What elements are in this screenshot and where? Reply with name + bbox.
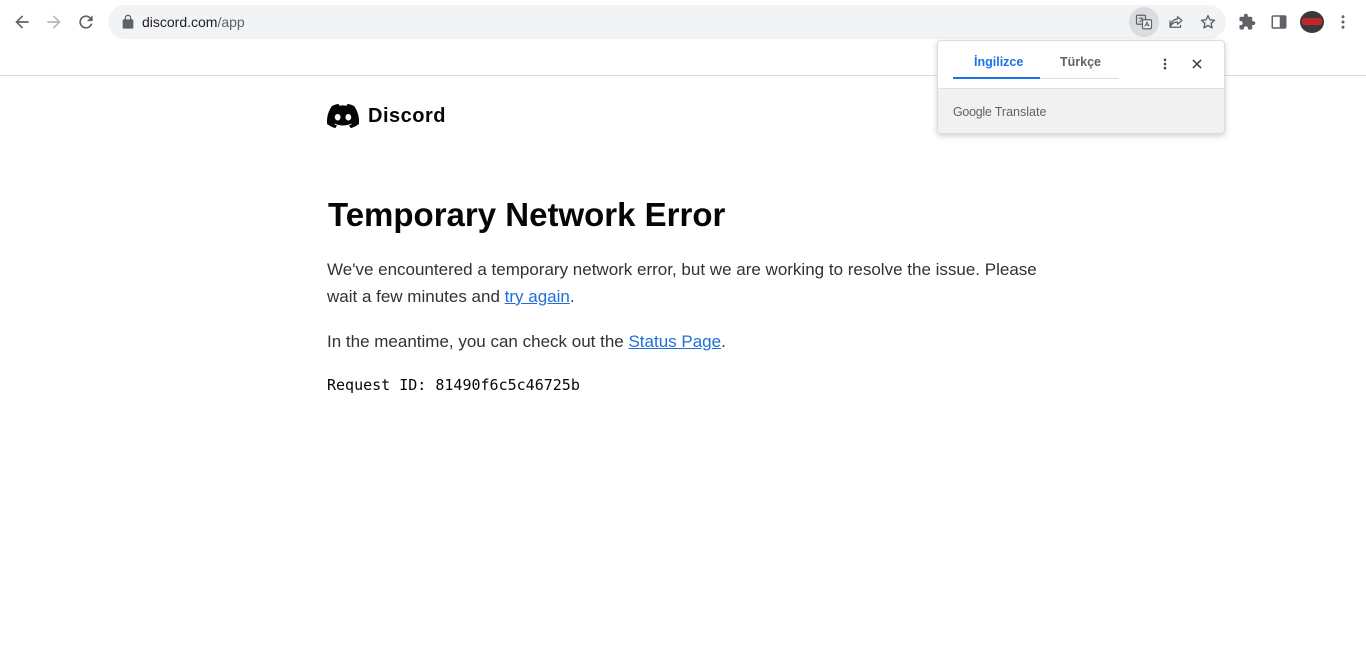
translate-popup: İngilizce Türkçe Google Translate [937, 40, 1225, 134]
bookmark-button[interactable] [1193, 7, 1223, 37]
translate-language-tabs: İngilizce Türkçe [953, 41, 1119, 88]
translate-icon [1135, 14, 1153, 30]
request-id-value: 81490f6c5c46725b [435, 376, 580, 394]
active-tab-indicator [953, 77, 1040, 79]
status-description: In the meantime, you can check out the S… [327, 328, 1057, 355]
more-vertical-icon [1341, 15, 1345, 29]
browser-menu-button[interactable] [1327, 6, 1359, 38]
status-description-text: In the meantime, you can check out the [327, 332, 629, 351]
discord-icon [327, 103, 359, 129]
translate-options-button[interactable] [1155, 53, 1175, 75]
translate-brand-text: Translate [994, 105, 1047, 119]
share-button[interactable] [1161, 7, 1191, 37]
brand-name: Discord [368, 104, 446, 127]
reload-icon [79, 15, 93, 29]
error-description: We've encountered a temporary network er… [327, 256, 1057, 310]
more-vertical-icon [1163, 58, 1167, 70]
request-id-label: Request ID: [327, 376, 427, 394]
try-again-link[interactable]: try again [505, 287, 570, 306]
google-translate-brand: Google Translate [953, 105, 1046, 119]
url-path: /app [217, 14, 245, 30]
translate-close-button[interactable] [1187, 53, 1207, 75]
translate-footer: Google Translate [938, 88, 1224, 133]
arrow-right-icon [47, 15, 61, 29]
status-description-end: . [721, 332, 726, 351]
side-panel-icon [1271, 15, 1287, 29]
profile-avatar[interactable] [1300, 11, 1324, 33]
side-panel-button[interactable] [1263, 6, 1295, 38]
url-text[interactable]: discord.com/app [142, 13, 245, 31]
status-page-link[interactable]: Status Page [628, 332, 721, 351]
arrow-left-icon [15, 15, 29, 29]
share-icon [1169, 16, 1183, 28]
browser-toolbar: discord.com/app [0, 0, 1366, 44]
request-id: Request ID: 81490f6c5c46725b [327, 376, 580, 394]
page-title: Temporary Network Error [328, 196, 726, 233]
error-description-text: We've encountered a temporary network er… [327, 260, 1037, 306]
tab-target-language[interactable]: Türkçe [1060, 55, 1101, 69]
extensions-button[interactable] [1231, 6, 1263, 38]
reload-button[interactable] [70, 6, 102, 38]
star-icon [1200, 14, 1216, 29]
address-bar[interactable]: discord.com/app [108, 5, 1226, 39]
tab-source-language[interactable]: İngilizce [974, 55, 1023, 69]
url-host: discord.com [142, 14, 218, 30]
google-brand-text: Google [953, 105, 992, 119]
error-description-end: . [569, 287, 575, 306]
close-icon [1192, 59, 1202, 69]
forward-button[interactable] [38, 6, 70, 38]
lock-icon[interactable] [120, 14, 136, 30]
translate-page-button[interactable] [1129, 7, 1159, 37]
back-button[interactable] [6, 6, 38, 38]
puzzle-icon [1239, 13, 1256, 30]
